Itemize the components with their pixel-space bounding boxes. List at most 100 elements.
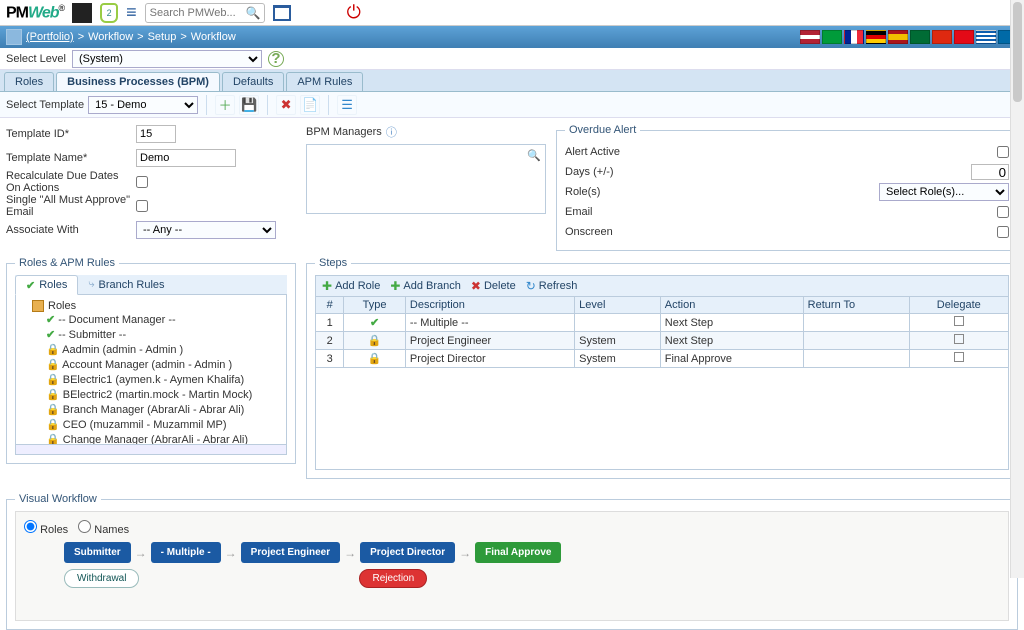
single-email-checkbox[interactable] (136, 200, 148, 212)
flag-br[interactable] (822, 30, 842, 44)
tree-item[interactable]: 🔒 Branch Manager (AbrarAli - Abrar Ali) (46, 402, 284, 417)
bpm-managers-label: BPM Managers (306, 126, 382, 138)
steps-delete-button[interactable]: ✖Delete (471, 279, 516, 293)
app-logo: PMWeb® (6, 3, 64, 22)
wf-node[interactable]: Submitter (64, 542, 131, 563)
alert-active-checkbox[interactable] (997, 146, 1009, 158)
sub-tab-branch-rules[interactable]: ⤷ Branch Rules (78, 275, 174, 294)
form-area: Template ID* Template Name* Recalculate … (0, 118, 1024, 257)
language-flags (800, 30, 1018, 44)
associate-dropdown[interactable]: -- Any -- (136, 221, 276, 239)
breadcrumb-icon[interactable] (6, 29, 22, 45)
tree-h-scrollbar[interactable] (15, 445, 287, 455)
steps-grid: #TypeDescriptionLevelActionReturn ToDele… (315, 296, 1009, 368)
days-input[interactable] (971, 164, 1009, 180)
delegate-checkbox[interactable] (954, 316, 964, 326)
sub-tab-roles[interactable]: ✔ Roles (15, 275, 78, 295)
tab-business-processes-bpm-[interactable]: Business Processes (BPM) (56, 72, 220, 91)
tab-defaults[interactable]: Defaults (222, 72, 284, 91)
template-name-input[interactable] (136, 149, 236, 167)
breadcrumb-portfolio[interactable]: (Portfolio) (26, 31, 74, 43)
tree-item[interactable]: 🔒 CEO (muzammil - Muzammil MP) (46, 417, 284, 432)
tree-item[interactable]: 🔒 Account Manager (admin - Admin ) (46, 357, 284, 372)
email-checkbox[interactable] (997, 206, 1009, 218)
steps-fieldset: Steps ✚Add Role ✚Add Branch ✖Delete ↻Refres… (306, 257, 1018, 479)
template-id-input[interactable] (136, 125, 176, 143)
flag-de[interactable] (866, 30, 886, 44)
page-v-scrollbar[interactable] (1010, 0, 1024, 578)
flag-cn[interactable] (932, 30, 952, 44)
bpm-managers-box[interactable]: 🔍 (306, 144, 546, 214)
flag-fr[interactable] (844, 30, 864, 44)
power-icon[interactable]: ⏻ (347, 2, 361, 23)
select-template-dropdown[interactable]: 15 - Demo (88, 96, 198, 114)
select-level-dropdown[interactable]: (System) (72, 50, 262, 68)
vw-roles-radio[interactable]: Roles (24, 520, 68, 536)
steps-toolbar: ✚Add Role ✚Add Branch ✖Delete ↻Refresh (315, 275, 1009, 296)
associate-label: Associate With (6, 224, 136, 236)
tree-item[interactable]: 🔒 Change Manager (AbrarAli - Abrar Ali) (46, 432, 284, 445)
tree-item[interactable]: 🔒 BElectric1 (aymen.k - Aymen Khalifa) (46, 372, 284, 387)
search-icon[interactable]: 🔍 (246, 6, 261, 20)
steps-add-role-button[interactable]: ✚Add Role (322, 279, 380, 293)
overdue-legend: Overdue Alert (565, 124, 640, 136)
menu-icon[interactable]: ≡ (126, 2, 137, 23)
breadcrumb-l1: Workflow (88, 31, 133, 43)
wf-rejection-node[interactable]: Rejection (359, 569, 427, 588)
flag-es[interactable] (888, 30, 908, 44)
roles-label: Role(s) (565, 186, 879, 198)
wf-final-node[interactable]: Final Approve (475, 542, 561, 563)
breadcrumb-l2: Setup (148, 31, 177, 43)
arrow-icon: → (344, 546, 356, 560)
lower-panels: Roles & APM Rules ✔ Roles⤷ Branch Rules … (0, 257, 1024, 485)
tree-item[interactable]: ✔ -- Submitter -- (46, 327, 284, 342)
tab-roles[interactable]: Roles (4, 72, 54, 91)
new-button[interactable]: ＋ (215, 95, 235, 115)
calendar-icon[interactable] (273, 5, 291, 21)
tree-item[interactable]: 🔒 Aadmin (admin - Admin ) (46, 342, 284, 357)
visual-workflow-legend: Visual Workflow (15, 493, 101, 505)
visual-workflow-fieldset: Visual Workflow Roles Names Submitter → - … (6, 493, 1018, 630)
shield-badge[interactable]: 2 (100, 3, 118, 23)
help-icon[interactable]: ? (268, 51, 284, 67)
tree-item[interactable]: ✔ -- Document Manager -- (46, 312, 284, 327)
recalc-checkbox[interactable] (136, 176, 148, 188)
select-template-label: Select Template (6, 99, 84, 111)
onscreen-checkbox[interactable] (997, 226, 1009, 238)
template-id-label: Template ID* (6, 128, 136, 140)
flag-us[interactable] (800, 30, 820, 44)
save-button[interactable]: 💾 (239, 95, 259, 115)
search-icon[interactable]: 🔍 (527, 149, 541, 162)
copy-button[interactable]: 📄 (300, 95, 320, 115)
roles-dropdown[interactable]: Select Role(s)... (879, 183, 1009, 201)
wf-node[interactable]: Project Engineer (241, 542, 340, 563)
flag-sa[interactable] (910, 30, 930, 44)
tree-item[interactable]: 🔒 BElectric2 (martin.mock - Martin Mock) (46, 387, 284, 402)
arrow-icon: → (135, 546, 147, 560)
table-row[interactable]: 3🔒Project DirectorSystemFinal Approve (316, 350, 1009, 368)
main-tabs: RolesBusiness Processes (BPM)DefaultsAPM… (0, 70, 1024, 92)
flag-gr[interactable] (976, 30, 996, 44)
roles-apm-legend: Roles & APM Rules (15, 257, 119, 269)
wf-node[interactable]: Project Director (360, 542, 455, 563)
table-row[interactable]: 1✔-- Multiple --Next Step (316, 314, 1009, 332)
flow-button[interactable]: ☰ (337, 95, 357, 115)
steps-refresh-button[interactable]: ↻Refresh (526, 279, 578, 293)
wf-node[interactable]: - Multiple - (151, 542, 221, 563)
tab-apm-rules[interactable]: APM Rules (286, 72, 363, 91)
vw-names-radio[interactable]: Names (78, 520, 129, 536)
roles-apm-fieldset: Roles & APM Rules ✔ Roles⤷ Branch Rules … (6, 257, 296, 464)
info-icon[interactable]: ⓘ (386, 124, 397, 140)
wf-withdrawal-node[interactable]: Withdrawal (64, 569, 139, 588)
steps-legend: Steps (315, 257, 351, 269)
recalc-label: Recalculate Due Dates On Actions (6, 170, 136, 194)
delegate-checkbox[interactable] (954, 334, 964, 344)
delegate-checkbox[interactable] (954, 352, 964, 362)
user-avatar[interactable] (72, 3, 92, 23)
roles-tree[interactable]: Roles✔ -- Document Manager --✔ -- Submit… (15, 295, 287, 445)
overdue-alert-fieldset: Overdue Alert Alert Active Days (+/-) Ro… (556, 124, 1018, 251)
steps-add-branch-button[interactable]: ✚Add Branch (390, 279, 461, 293)
table-row[interactable]: 2🔒Project EngineerSystemNext Step (316, 332, 1009, 350)
flag-tr[interactable] (954, 30, 974, 44)
delete-button[interactable]: ✖ (276, 95, 296, 115)
